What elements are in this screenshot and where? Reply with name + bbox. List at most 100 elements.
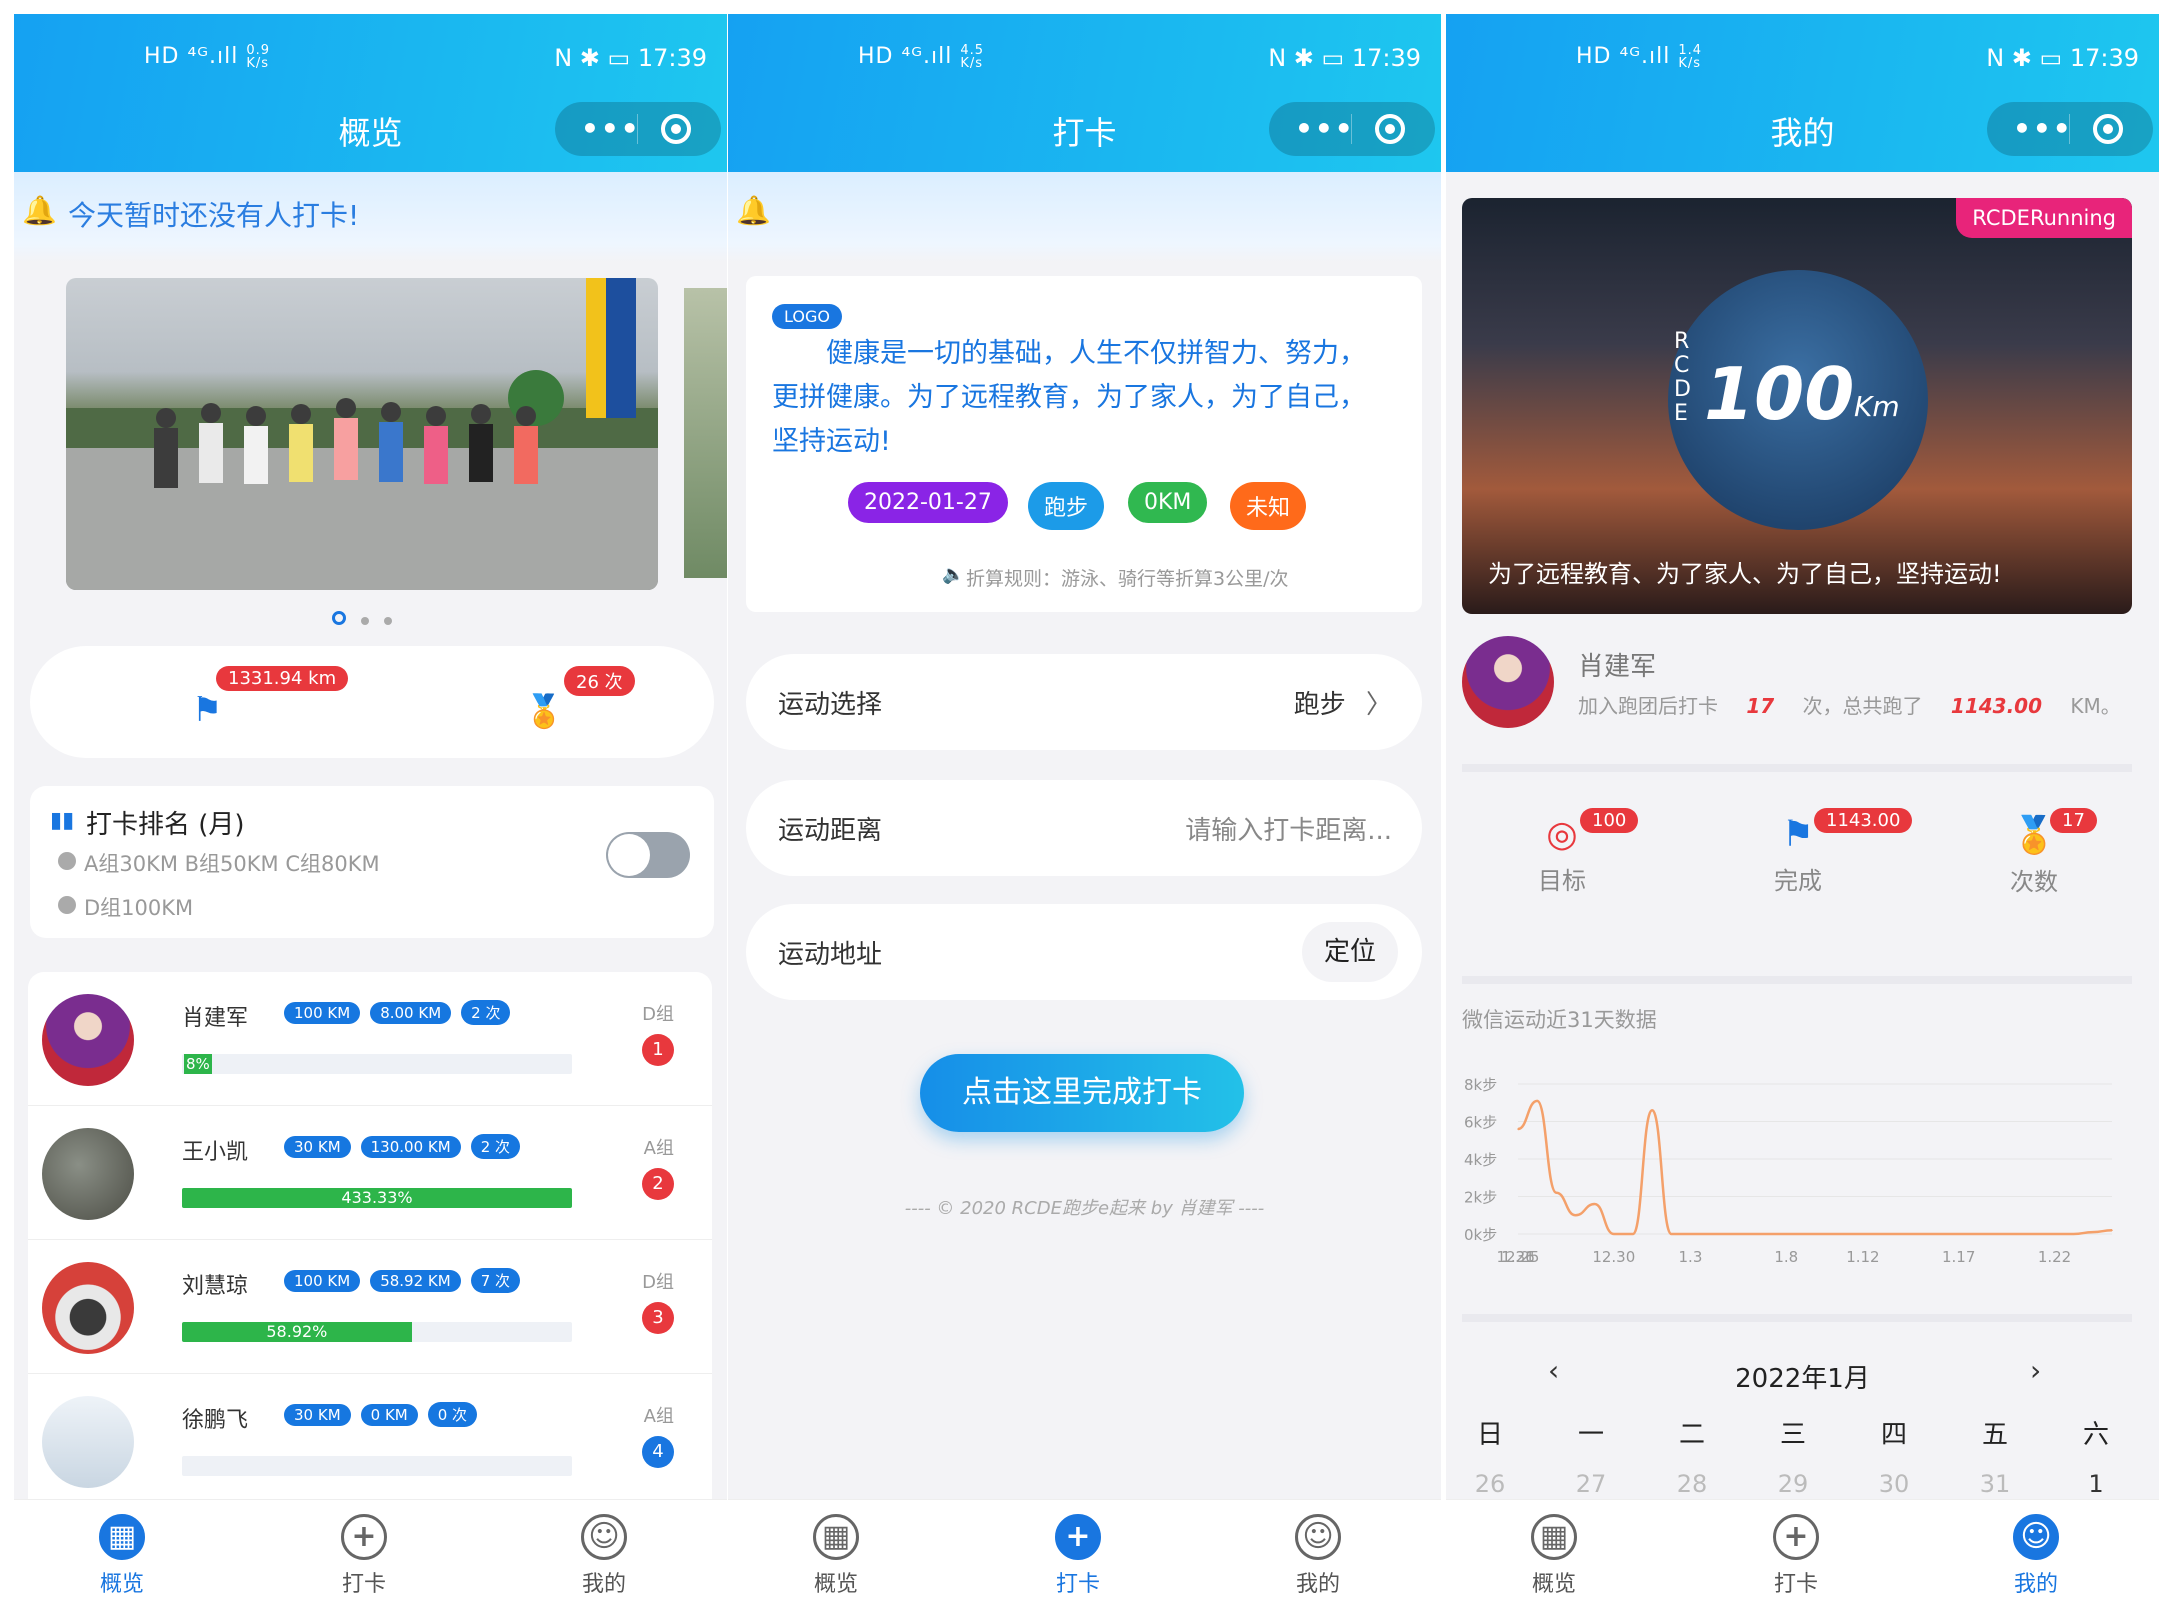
chart-point	[1632, 1233, 1634, 1235]
ranking-row[interactable]: 王小凯 30 KM 130.00 KM 2 次 433.33% A组 2	[28, 1106, 712, 1240]
calendar-day[interactable]: 31	[1965, 1470, 2025, 1498]
user-icon: ☺	[1295, 1514, 1341, 1560]
ranking-card: ▮▮ 打卡排名 (月) A组30KM B组50KM C组80KM D组100KM	[30, 786, 714, 938]
brand-badge: RCDERunning	[1956, 198, 2132, 238]
avatar	[42, 1128, 134, 1220]
miniapp-capsule[interactable]: •••	[1269, 102, 1435, 156]
profile-banner: RCDERunning RCDE 100 Km 为了远程教育、为了家人、为了自己…	[1462, 198, 2132, 614]
carousel-dot[interactable]	[384, 616, 393, 625]
sport-value[interactable]: 跑步 〉	[1294, 684, 1392, 721]
next-month-button[interactable]: ›	[2030, 1354, 2041, 1387]
miniapp-capsule[interactable]: •••	[555, 102, 721, 156]
signal-icon: HD ⁴ᴳ.ıll	[144, 44, 239, 69]
user-icon: ☺	[581, 1514, 627, 1560]
target-tag: 100 KM	[284, 1002, 361, 1024]
more-icon[interactable]: •••	[2013, 112, 2073, 145]
ranking-rule-1: A组30KM B组50KM C组80KM	[84, 852, 380, 876]
sport-select-row[interactable]: 运动选择 跑步 〉	[746, 654, 1422, 750]
carousel-dots[interactable]	[332, 610, 393, 629]
notice-bar: 🔔	[728, 172, 1441, 262]
tab-bar: ▦ 概览 + 打卡 ☺ 我的	[1446, 1499, 2159, 1619]
more-icon[interactable]: •••	[1295, 112, 1355, 145]
tab-overview[interactable]: ▦ 概览	[1504, 1514, 1604, 1598]
tab-checkin[interactable]: + 打卡	[314, 1514, 414, 1598]
ranking-row[interactable]: 刘慧琼 100 KM 58.92 KM 7 次 58.92% D组 3	[28, 1240, 712, 1374]
times-tag: 0 次	[427, 1402, 478, 1427]
calendar-day[interactable]: 29	[1763, 1470, 1823, 1498]
distance-row[interactable]: 运动距离 请输入打卡距离...	[746, 780, 1422, 876]
submit-button[interactable]: 点击这里完成打卡	[920, 1054, 1244, 1132]
stats-row: ◎ 目标 100 ⚑ 完成 1143.00 🏅 次数 17	[1462, 808, 2132, 934]
calendar-day[interactable]: 30	[1864, 1470, 1924, 1498]
chart-point	[2072, 1233, 2075, 1235]
tab-label: 打卡	[1773, 1572, 1818, 1597]
weekday-label: 二	[1678, 1420, 1705, 1450]
tab-checkin[interactable]: + 打卡	[1028, 1514, 1128, 1598]
close-target-icon[interactable]	[661, 114, 691, 144]
distance-input[interactable]: 请输入打卡距离...	[1185, 810, 1392, 847]
tab-mine[interactable]: ☺ 我的	[1268, 1514, 1368, 1598]
address-row[interactable]: 运动地址 定位	[746, 904, 1422, 1000]
overview-screen: HD ⁴ᴳ.ıll 0.9 K/s N ✱ ▭ 17:39 概览 ••• 🔔 今…	[14, 14, 727, 1619]
info-icon	[58, 896, 76, 914]
user-icon: ☺	[2013, 1514, 2059, 1560]
logo-100: 100	[1704, 352, 1855, 436]
calendar-day[interactable]: 1	[2066, 1470, 2126, 1498]
locate-button[interactable]: 定位	[1302, 922, 1398, 982]
sport-tag: 跑步	[1028, 482, 1105, 530]
stat-done[interactable]: ⚑ 完成 1143.00	[1718, 808, 1913, 896]
status-bar-right: N ✱ ▭ 17:39	[1986, 44, 2139, 72]
profile-avatar	[1462, 636, 1554, 728]
chart-point	[1574, 1214, 1577, 1217]
tab-bar: ▦ 概览 + 打卡 ☺ 我的	[14, 1499, 727, 1619]
calendar-day[interactable]: 27	[1561, 1470, 1621, 1498]
times-tag: 7 次	[470, 1268, 520, 1293]
chart-point	[1747, 1233, 1749, 1235]
ranking-row[interactable]: 徐鹏飞 30 KM 0 KM 0 次 A组 4	[28, 1374, 712, 1508]
chart-point	[1727, 1233, 1730, 1235]
photo-carousel[interactable]	[66, 278, 658, 590]
calendar-month: 2022年1月	[1735, 1364, 1870, 1394]
stat-label: 完成	[1774, 867, 1822, 895]
weekday-label: 六	[2082, 1420, 2109, 1450]
logo-tag: LOGO	[772, 304, 842, 329]
chart-point	[2015, 1233, 2017, 1235]
carousel-dot[interactable]	[361, 616, 370, 625]
status-bar-right: N ✱ ▭ 17:39	[1268, 44, 1421, 72]
chevron-right-icon: 〉	[1365, 690, 1392, 720]
tab-mine[interactable]: ☺ 我的	[554, 1514, 654, 1598]
total-distance-badge: 1331.94 km	[216, 666, 349, 691]
miniapp-capsule[interactable]: •••	[1987, 102, 2153, 156]
profile-name: 肖建军	[1578, 652, 1657, 682]
chart-point	[1689, 1233, 1692, 1235]
close-target-icon[interactable]	[1375, 114, 1405, 144]
nfc-bt-battery-icon: N ✱ ▭	[1986, 44, 2063, 72]
group-photo	[66, 278, 658, 590]
chart-point	[1881, 1233, 1883, 1235]
more-icon[interactable]: •••	[581, 112, 641, 145]
rank-number: 4	[642, 1436, 674, 1468]
progress-bar: 433.33%	[182, 1188, 572, 1208]
progress-text: 8%	[184, 1054, 212, 1074]
stat-count[interactable]: 🏅 次数 17	[1954, 808, 2114, 897]
carousel-dot-active[interactable]	[332, 611, 346, 625]
tab-overview[interactable]: ▦ 概览	[786, 1514, 886, 1598]
tab-overview[interactable]: ▦ 概览	[72, 1514, 172, 1598]
chart-point	[1613, 1233, 1615, 1235]
tab-label: 我的	[1295, 1572, 1340, 1597]
calendar-day[interactable]: 28	[1662, 1470, 1722, 1498]
tab-checkin[interactable]: + 打卡	[1746, 1514, 1846, 1598]
flag-icon: ⚑	[192, 690, 223, 730]
net-speed: 1.4 K/s	[1678, 43, 1703, 71]
status-time: 17:39	[1351, 44, 1421, 72]
ranking-row[interactable]: 肖建军 100 KM 8.00 KM 2 次 8% D组 1	[28, 972, 712, 1106]
stat-target[interactable]: ◎ 目标 100	[1482, 808, 1642, 896]
progress-text: 433.33%	[341, 1188, 413, 1207]
close-target-icon[interactable]	[2093, 114, 2123, 144]
member-tags: 100 KM 8.00 KM 2 次	[284, 1000, 520, 1025]
total-count-badge: 26 次	[564, 666, 635, 696]
ranking-toggle[interactable]	[606, 832, 690, 878]
calendar-day[interactable]: 26	[1460, 1470, 1520, 1498]
tab-mine[interactable]: ☺ 我的	[1986, 1514, 2086, 1598]
chart-point	[1900, 1233, 1903, 1235]
